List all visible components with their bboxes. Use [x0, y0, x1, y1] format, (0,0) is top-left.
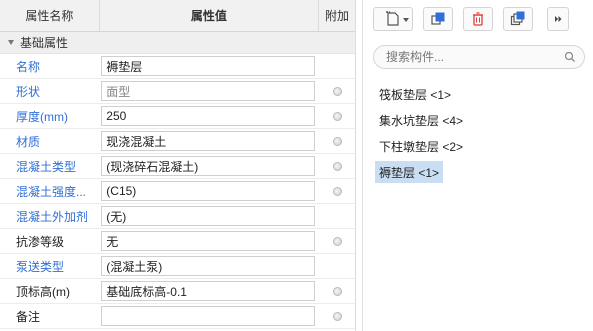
additional-cell: [319, 254, 355, 278]
component-panel: 筏板垫层 <1> 集水坑垫层 <4> 下柱墩垫层 <2> 褥垫层 <1>: [362, 0, 593, 331]
property-value-field[interactable]: (现浇碎石混凝土): [101, 156, 316, 176]
property-table-header: 属性名称 属性值 附加: [0, 0, 355, 32]
property-value-cell: (无): [99, 204, 319, 228]
search-icon[interactable]: [564, 51, 576, 63]
property-rows: 名称 褥垫层 形状 面型 厚度(mm) 250 材质 现浇混凝土 混凝土类型 (现浇碎石混凝土) 混…: [0, 54, 355, 329]
property-value-cell: 基础底标高-0.1: [99, 279, 319, 303]
property-row[interactable]: 混凝土强度... (C15): [0, 179, 355, 204]
double-chevron-right-icon: [555, 16, 562, 22]
property-value-field[interactable]: 无: [101, 231, 316, 251]
component-toolbar: [363, 0, 593, 38]
additional-checkbox[interactable]: [332, 86, 342, 96]
header-property-name: 属性名称: [0, 0, 100, 31]
additional-cell: [319, 154, 355, 178]
property-value-cell: 面型: [99, 79, 319, 103]
property-name: 厚度(mm): [16, 109, 68, 124]
delete-icon: [473, 12, 483, 26]
property-value-field[interactable]: 褥垫层: [101, 56, 316, 76]
dropdown-caret-icon[interactable]: [403, 18, 409, 22]
component-search[interactable]: [373, 45, 585, 69]
additional-checkbox[interactable]: [332, 236, 342, 246]
additional-cell: [319, 229, 355, 253]
property-name: 名称: [16, 59, 41, 74]
property-name: 混凝土类型: [16, 159, 77, 174]
list-item-row: 下柱墩垫层 <2>: [375, 135, 593, 161]
layer-copy-icon: [510, 11, 525, 26]
additional-cell: [319, 54, 355, 78]
additional-cell: [319, 304, 355, 328]
property-value-field[interactable]: [101, 306, 316, 326]
property-name: 备注: [16, 309, 41, 324]
additional-checkbox[interactable]: [332, 161, 342, 171]
property-row[interactable]: 材质 现浇混凝土: [0, 129, 355, 154]
property-value-cell: 褥垫层: [99, 54, 319, 78]
list-item-row: 集水坑垫层 <4>: [375, 109, 593, 135]
component-list-item[interactable]: 下柱墩垫层 <2>: [375, 135, 467, 157]
property-value-cell: (C15): [99, 179, 319, 203]
property-name: 抗渗等级: [16, 234, 65, 249]
property-value-field[interactable]: 面型: [101, 81, 316, 101]
additional-checkbox[interactable]: [332, 286, 342, 296]
new-component-icon: [386, 11, 399, 26]
property-row[interactable]: 混凝土外加剂 (无): [0, 204, 355, 229]
header-additional: 附加: [325, 9, 350, 23]
property-name: 混凝土外加剂: [16, 209, 89, 224]
additional-cell: [319, 104, 355, 128]
property-panel: 属性名称 属性值 附加 基础属性 名称 褥垫层形状 面型厚度(mm) 250 材质 现浇混…: [0, 0, 356, 331]
component-list: 筏板垫层 <1> 集水坑垫层 <4> 下柱墩垫层 <2> 褥垫层 <1>: [363, 83, 593, 187]
layer-copy-button[interactable]: [503, 7, 533, 31]
component-list-item[interactable]: 集水坑垫层 <4>: [375, 109, 467, 131]
property-row[interactable]: 厚度(mm) 250: [0, 104, 355, 129]
additional-cell: [319, 129, 355, 153]
property-row[interactable]: 名称 褥垫层: [0, 54, 355, 79]
additional-cell: [319, 279, 355, 303]
property-value-field[interactable]: 基础底标高-0.1: [101, 281, 316, 301]
property-value-cell: [99, 304, 319, 328]
property-row[interactable]: 顶标高(m) 基础底标高-0.1: [0, 279, 355, 304]
copy-icon: [431, 12, 445, 25]
property-row[interactable]: 泵送类型 (混凝土泵): [0, 254, 355, 279]
collapse-caret-icon[interactable]: [8, 40, 14, 45]
delete-button[interactable]: [463, 7, 493, 31]
property-value-field[interactable]: 250: [101, 106, 316, 126]
property-value-cell: (现浇碎石混凝土): [99, 154, 319, 178]
additional-checkbox[interactable]: [332, 186, 342, 196]
component-list-item[interactable]: 筏板垫层 <1>: [375, 83, 455, 105]
additional-cell: [319, 204, 355, 228]
component-list-item[interactable]: 褥垫层 <1>: [375, 161, 444, 183]
property-row[interactable]: 备注: [0, 304, 355, 329]
property-name: 泵送类型: [16, 259, 65, 274]
additional-checkbox[interactable]: [332, 111, 342, 121]
property-value-field[interactable]: 现浇混凝土: [101, 131, 316, 151]
new-component-button[interactable]: [373, 7, 413, 31]
property-value-field[interactable]: (无): [101, 206, 316, 226]
additional-cell: [319, 79, 355, 103]
property-value-field[interactable]: (混凝土泵): [101, 256, 316, 276]
property-name: 混凝土强度...: [16, 184, 87, 199]
additional-cell: [319, 179, 355, 203]
header-property-value: 属性值: [100, 0, 320, 31]
group-label: 基础属性: [20, 36, 69, 50]
list-item-row: 褥垫层 <1>: [375, 161, 593, 187]
additional-checkbox[interactable]: [332, 136, 342, 146]
property-name: 形状: [16, 84, 41, 99]
property-value-cell: 250: [99, 104, 319, 128]
list-item-row: 筏板垫层 <1>: [375, 83, 593, 109]
more-button[interactable]: [547, 7, 569, 31]
property-value-cell: 无: [99, 229, 319, 253]
copy-button[interactable]: [423, 7, 453, 31]
property-row[interactable]: 混凝土类型 (现浇碎石混凝土): [0, 154, 355, 179]
search-input[interactable]: [386, 50, 564, 64]
property-row[interactable]: 形状 面型: [0, 79, 355, 104]
property-value-cell: 现浇混凝土: [99, 129, 319, 153]
property-name: 顶标高(m): [16, 284, 70, 299]
property-value-cell: (混凝土泵): [99, 254, 319, 278]
property-row[interactable]: 抗渗等级 无: [0, 229, 355, 254]
group-basic-properties[interactable]: 基础属性: [0, 32, 355, 54]
property-name: 材质: [16, 134, 41, 149]
property-value-field[interactable]: (C15): [101, 181, 316, 201]
additional-checkbox[interactable]: [332, 311, 342, 321]
